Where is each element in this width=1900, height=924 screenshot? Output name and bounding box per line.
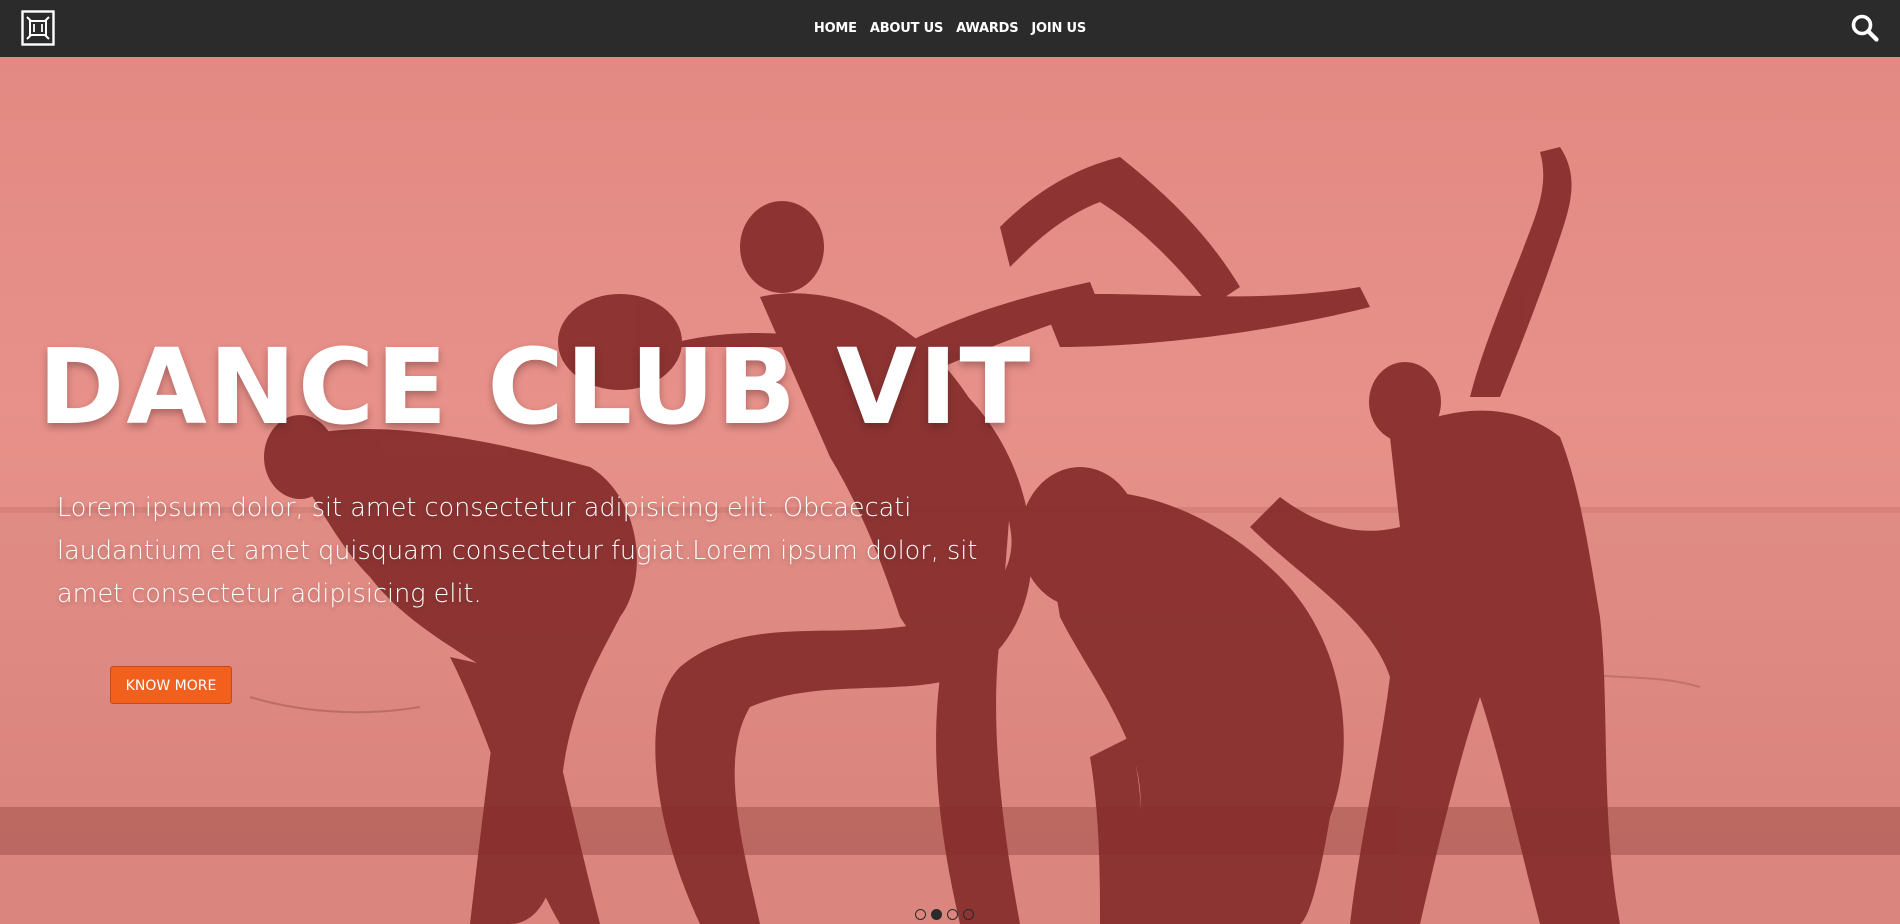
main-nav: HOME ABOUT US AWARDS JOIN US — [0, 0, 1900, 57]
carousel-dot-4[interactable] — [963, 909, 974, 920]
hero-banner: DANCE CLUB VIT Lorem ipsum dolor, sit am… — [0, 57, 1900, 924]
carousel-dot-1[interactable] — [915, 909, 926, 920]
hero-description: Lorem ipsum dolor, sit amet consectetur … — [57, 493, 978, 609]
nav-link-join-us[interactable]: JOIN US — [1031, 21, 1086, 36]
nav-link-about-us[interactable]: ABOUT US — [870, 21, 943, 36]
search-icon[interactable] — [1850, 13, 1880, 43]
hero-title: DANCE CLUB VIT — [38, 326, 1033, 448]
nav-link-awards[interactable]: AWARDS — [956, 21, 1018, 36]
navbar: HOME ABOUT US AWARDS JOIN US — [0, 0, 1900, 57]
carousel-dot-2[interactable] — [931, 909, 942, 920]
carousel-dot-3[interactable] — [947, 909, 958, 920]
know-more-button[interactable]: KNOW MORE — [110, 666, 232, 704]
nav-link-home[interactable]: HOME — [814, 21, 857, 36]
carousel-indicators — [915, 909, 974, 920]
